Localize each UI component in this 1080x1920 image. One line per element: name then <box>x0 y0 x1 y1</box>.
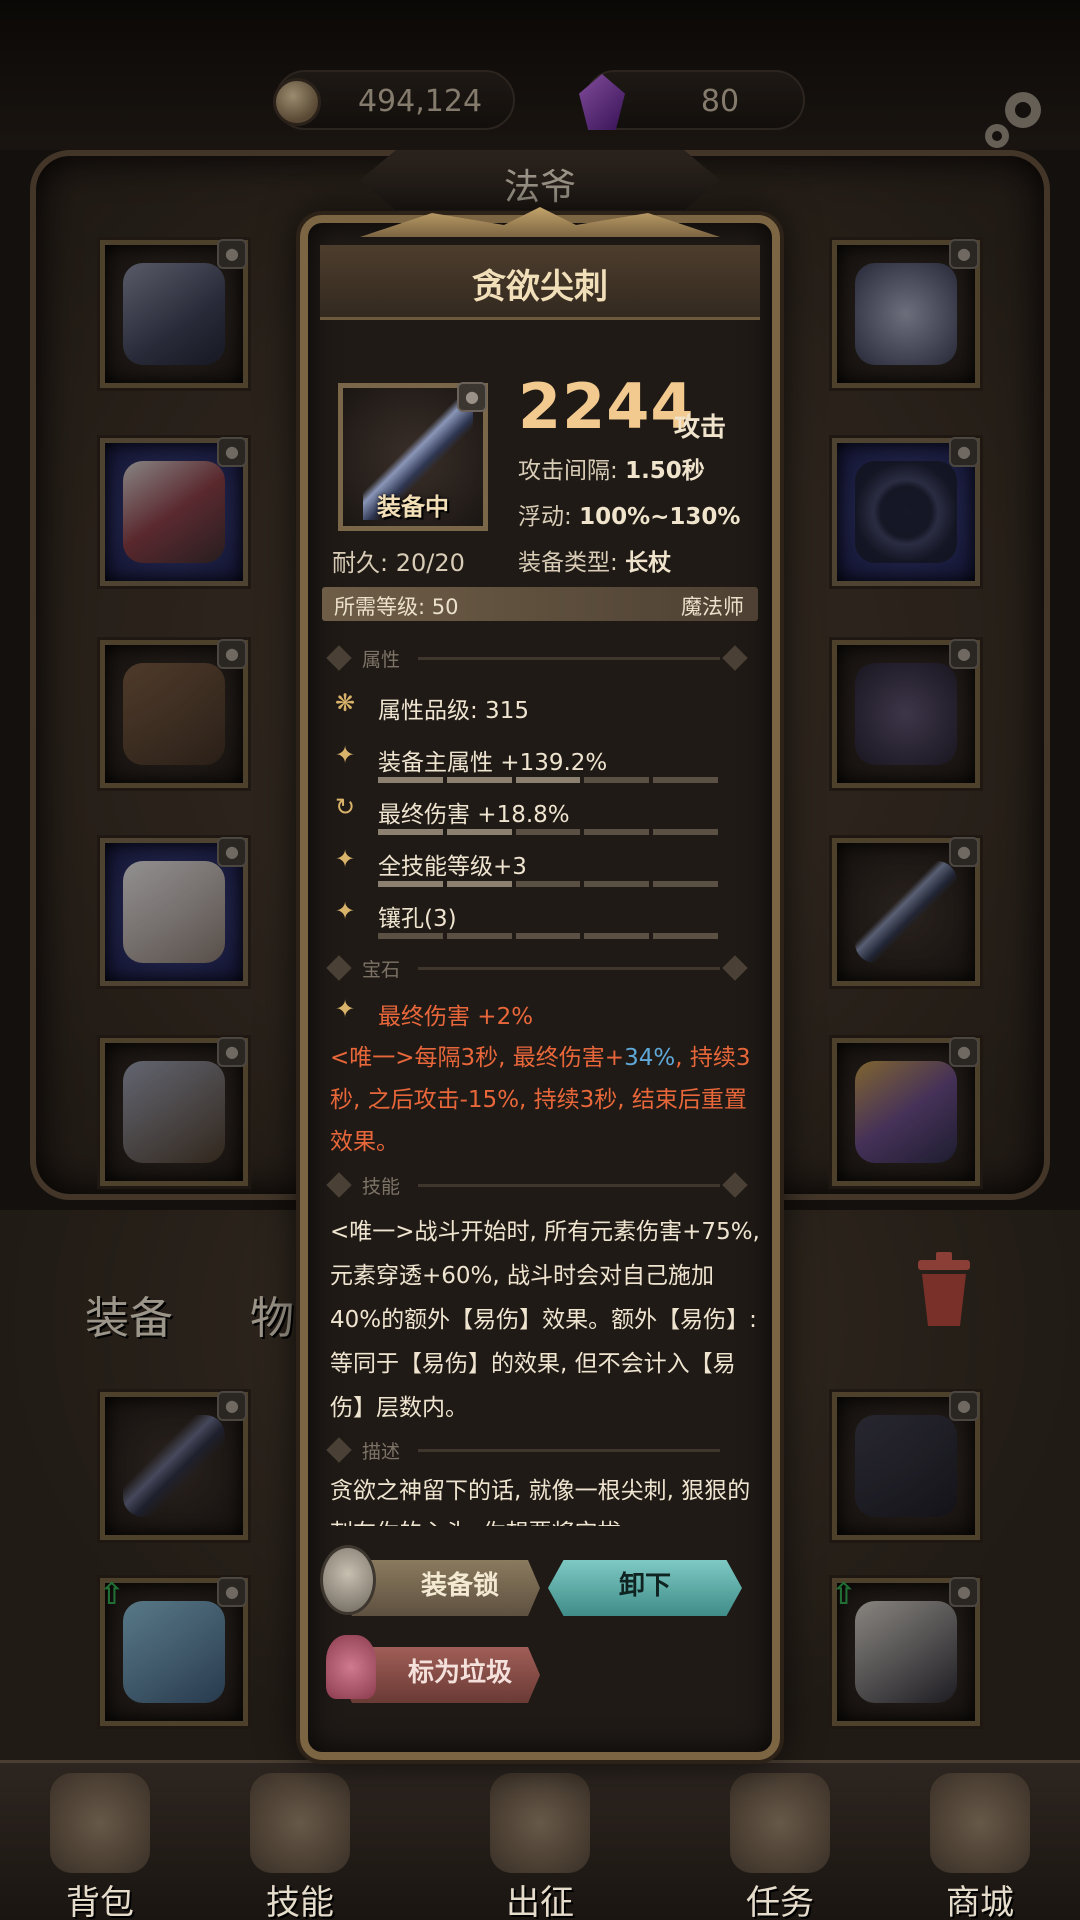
crest-icon: ❋ <box>334 689 356 717</box>
attribute-row: ✦ 装备主属性 +139.2% <box>330 739 750 783</box>
star-icon: ✦ <box>334 897 356 925</box>
nav-label: 技能 <box>266 1883 334 1920</box>
diamond-icon <box>326 1172 352 1198</box>
section-header-gems: 宝石 <box>326 953 750 983</box>
item-thumbnail: ● 装备中 <box>338 382 488 531</box>
star-icon: ✦ <box>334 741 356 769</box>
lantern-trash-icon <box>326 1635 376 1699</box>
diamond-icon <box>722 645 748 671</box>
attack-interval-value: 1.50秒 <box>625 458 705 484</box>
nav-shop[interactable]: 商城 <box>880 1763 1080 1920</box>
attribute-row: ↻ 最终伤害 +18.8% <box>330 791 750 835</box>
item-detail-popup: 贪欲尖刺 ● 装备中 耐久: 20/20 2244 攻击 攻击间隔: 1.50秒… <box>300 207 780 1760</box>
section-header-attributes: 属性 <box>326 643 750 673</box>
button-label: 标为垃圾 <box>407 1658 512 1688</box>
nav-battle[interactable]: 出征 <box>440 1763 640 1920</box>
padlock-icon <box>320 1545 376 1615</box>
diamond-icon <box>722 1172 748 1198</box>
skill-description: <唯一>战斗开始时, 所有元素伤害+75%, 元素穿透+60%, 战斗时会对自己… <box>330 1219 760 1421</box>
star-icon: ✦ <box>334 845 356 873</box>
gem-row: ✦ 最终伤害 +2% <box>330 993 750 1033</box>
section-label: 属性 <box>362 649 401 671</box>
nav-backpack[interactable]: 背包 <box>0 1763 200 1920</box>
unique-effect-part1: <唯一>每隔3秒, 最终伤害+ <box>330 1045 625 1071</box>
attribute-text: 装备主属性 +139.2% <box>378 750 608 776</box>
button-label: 装备锁 <box>420 1571 499 1601</box>
skill-book-icon <box>250 1773 350 1873</box>
section-header-description: 描述 <box>326 1435 750 1465</box>
fluctuation: 浮动: 100%~130% <box>518 497 740 531</box>
gem-bonus: 最终伤害 +2% <box>378 1004 534 1030</box>
attribute-roll-bar <box>378 829 718 835</box>
equipment-type-value: 长杖 <box>625 550 672 576</box>
attribute-row: ✦ 镶孔(3) <box>330 895 750 939</box>
lock-icon: ● <box>457 382 487 412</box>
attack-unit: 攻击 <box>674 413 727 443</box>
attribute-row: ✦ 全技能等级+3 <box>330 843 750 887</box>
divider <box>418 967 720 970</box>
unique-effect-highlight: 34% <box>624 1045 676 1071</box>
battle-map-icon <box>490 1773 590 1873</box>
requirement-bar: 所需等级: 50 魔法师 <box>322 587 758 621</box>
attribute-roll-bar <box>378 777 718 783</box>
nav-label: 背包 <box>66 1883 134 1920</box>
attack-value: 2244 <box>518 370 695 443</box>
nav-label: 任务 <box>746 1883 814 1920</box>
diamond-icon <box>326 1437 352 1463</box>
fluctuation-value: 100%~130% <box>579 504 741 530</box>
attribute-text: 属性品级: 315 <box>378 698 529 724</box>
attribute-roll-bar <box>378 933 718 939</box>
attack-interval-label: 攻击间隔: <box>518 458 618 484</box>
attribute-text: 镶孔(3) <box>378 906 457 932</box>
attribute-text: 全技能等级+3 <box>378 854 527 880</box>
equipment-type-label: 装备类型: <box>518 550 618 576</box>
nav-label: 出征 <box>506 1883 574 1920</box>
divider <box>418 657 720 660</box>
durability-value: 20/20 <box>395 549 465 577</box>
unique-effect: <唯一>每隔3秒, 最终伤害+34%, 持续3秒, 之后攻击-15%, 持续3秒… <box>330 1037 760 1163</box>
attribute-row: ❋ 属性品级: 315 <box>330 687 750 727</box>
item-description[interactable]: 贪欲之神留下的话, 就像一根尖刺, 狠狠的刺在你的心头, 你想要将它拔 <box>330 1470 760 1526</box>
durability: 耐久: 20/20 <box>332 543 465 578</box>
diamond-icon <box>326 645 352 671</box>
section-label: 描述 <box>362 1441 401 1463</box>
unequip-button[interactable]: 卸下 <box>548 1560 742 1616</box>
divider <box>418 1449 720 1452</box>
refresh-icon: ↻ <box>334 793 356 821</box>
star-icon: ✦ <box>334 995 356 1023</box>
fluctuation-label: 浮动: <box>518 504 572 530</box>
equipped-status: 装备中 <box>377 493 449 521</box>
divider <box>418 1184 720 1187</box>
nav-quests[interactable]: 任务 <box>680 1763 880 1920</box>
button-label: 卸下 <box>618 1571 671 1601</box>
nav-label: 商城 <box>946 1883 1014 1920</box>
section-header-skills: 技能 <box>326 1170 750 1200</box>
quest-scroll-icon <box>730 1773 830 1873</box>
equipment-type: 装备类型: 长杖 <box>518 543 671 577</box>
required-level: 所需等级: 50 <box>334 595 459 619</box>
section-label: 技能 <box>362 1176 401 1198</box>
section-label: 宝石 <box>362 959 401 981</box>
attribute-text: 最终伤害 +18.8% <box>378 802 570 828</box>
required-class: 魔法师 <box>681 595 744 619</box>
attribute-roll-bar <box>378 881 718 887</box>
bottom-nav: 背包 技能 出征 任务 商城 <box>0 1760 1080 1920</box>
item-name: 贪欲尖刺 <box>472 267 608 307</box>
durability-label: 耐久: <box>332 549 389 577</box>
backpack-icon <box>50 1773 150 1873</box>
attack-interval: 攻击间隔: 1.50秒 <box>518 451 705 485</box>
item-title-plate: 贪欲尖刺 <box>320 245 760 320</box>
diamond-icon <box>722 955 748 981</box>
shop-icon <box>930 1773 1030 1873</box>
nav-skills[interactable]: 技能 <box>200 1763 400 1920</box>
diamond-icon <box>326 955 352 981</box>
